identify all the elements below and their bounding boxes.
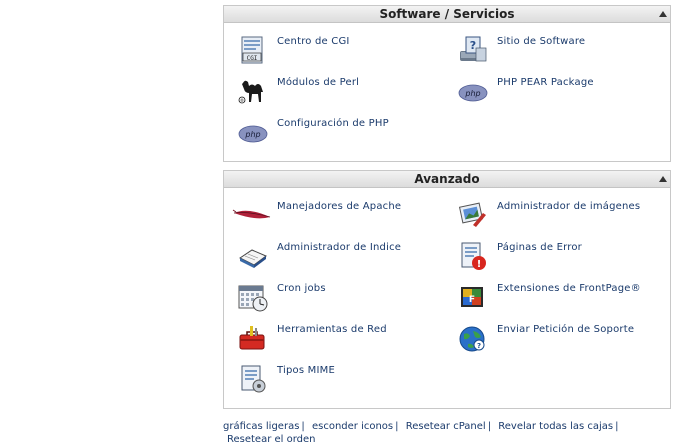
software-item-label: Módulos de Perl bbox=[277, 77, 360, 88]
software-services-header[interactable]: Software / Servicios bbox=[224, 6, 670, 23]
advanced-item-label: Administrador de Indice bbox=[277, 242, 402, 253]
php-icon: php bbox=[458, 84, 488, 102]
advanced-item-label: Páginas de Error bbox=[497, 242, 582, 253]
software-services-title: Software / Servicios bbox=[379, 7, 515, 21]
advanced-item-label: Tipos MIME bbox=[277, 365, 335, 376]
advanced-title: Avanzado bbox=[414, 172, 480, 186]
software-item-php-config[interactable]: php Configuración de PHP bbox=[237, 116, 447, 154]
advanced-item-image-manager[interactable]: Administrador de imágenes bbox=[457, 199, 667, 237]
footer-links: gráficas ligeras | esconder iconos | Reset… bbox=[223, 420, 673, 446]
software-item-cgi-center[interactable]: CGI Centro de CGI bbox=[237, 34, 447, 72]
cgi-icon: CGI bbox=[241, 36, 263, 64]
reveal-all-boxes-link[interactable]: Revelar todas las cajas bbox=[498, 421, 613, 432]
svg-text:php: php bbox=[464, 89, 480, 98]
error-pages-icon: ! bbox=[461, 242, 486, 270]
advanced-header[interactable]: Avanzado bbox=[224, 171, 670, 188]
software-item-perl-modules[interactable]: ® Módulos de Perl bbox=[237, 75, 447, 113]
reset-order-link[interactable]: Resetear el orden bbox=[227, 434, 316, 445]
advanced-item-index-manager[interactable]: Administrador de Indice bbox=[237, 240, 447, 278]
perl-camel-icon: ® bbox=[238, 80, 263, 104]
footer-separator: | bbox=[487, 421, 492, 432]
advanced-item-support-request[interactable]: ? Enviar Petición de Soporte bbox=[457, 322, 667, 360]
svg-text:?: ? bbox=[470, 39, 476, 52]
advanced-item-apache-handlers[interactable]: Manejadores de Apache bbox=[232, 199, 442, 237]
software-item-php-pear[interactable]: php PHP PEAR Package bbox=[457, 75, 667, 113]
calendar-clock-icon bbox=[238, 285, 268, 312]
reset-cpanel-link[interactable]: Resetear cPanel bbox=[406, 421, 486, 432]
index-manager-icon bbox=[239, 249, 267, 268]
footer-separator: | bbox=[301, 421, 305, 432]
support-globe-icon: ? bbox=[459, 326, 485, 352]
image-manager-icon bbox=[458, 202, 486, 227]
advanced-panel: Avanzado Manejadores de Apache Administr… bbox=[223, 170, 671, 409]
software-item-label: Sitio de Software bbox=[497, 36, 586, 47]
software-item-label: Centro de CGI bbox=[277, 36, 350, 47]
software-site-icon: ? bbox=[460, 36, 487, 62]
svg-text:?: ? bbox=[477, 342, 481, 350]
software-item-label: Configuración de PHP bbox=[277, 118, 389, 129]
advanced-item-label: Cron jobs bbox=[277, 283, 326, 294]
software-item-software-site[interactable]: ? Sitio de Software bbox=[457, 34, 667, 72]
software-services-panel: Software / Servicios CGI Centro de CGI ?… bbox=[223, 5, 671, 162]
svg-text:F: F bbox=[469, 295, 475, 305]
advanced-item-label: Administrador de imágenes bbox=[497, 201, 641, 212]
mime-types-icon bbox=[241, 365, 266, 393]
advanced-item-frontpage-extensions[interactable]: F Extensiones de FrontPage® bbox=[457, 281, 667, 319]
svg-text:CGI: CGI bbox=[247, 55, 258, 62]
software-item-label: PHP PEAR Package bbox=[497, 77, 594, 88]
advanced-item-label: Enviar Petición de Soporte bbox=[497, 324, 635, 335]
footer-separator: | bbox=[615, 421, 619, 432]
advanced-item-cron-jobs[interactable]: Cron jobs bbox=[237, 281, 447, 319]
collapse-arrow-icon[interactable] bbox=[659, 176, 667, 182]
advanced-item-label: Manejadores de Apache bbox=[277, 201, 402, 212]
footer-separator: | bbox=[395, 421, 399, 432]
hide-icons-link[interactable]: esconder iconos bbox=[312, 421, 393, 432]
php-icon: php bbox=[238, 125, 268, 143]
light-graphics-link[interactable]: gráficas ligeras bbox=[223, 421, 299, 432]
svg-text:®: ® bbox=[240, 98, 244, 103]
frontpage-icon: F bbox=[461, 287, 483, 307]
apache-feather-icon bbox=[232, 209, 271, 219]
collapse-arrow-icon[interactable] bbox=[659, 11, 667, 17]
advanced-item-network-tools[interactable]: Herramientas de Red bbox=[237, 322, 447, 360]
advanced-item-label: Herramientas de Red bbox=[277, 324, 387, 335]
svg-text:php: php bbox=[244, 130, 260, 139]
advanced-item-error-pages[interactable]: ! Páginas de Error bbox=[457, 240, 667, 278]
toolbox-icon bbox=[239, 326, 265, 350]
advanced-item-mime-types[interactable]: Tipos MIME bbox=[237, 363, 447, 401]
advanced-item-label: Extensiones de FrontPage® bbox=[497, 283, 641, 294]
svg-text:!: ! bbox=[477, 259, 482, 270]
